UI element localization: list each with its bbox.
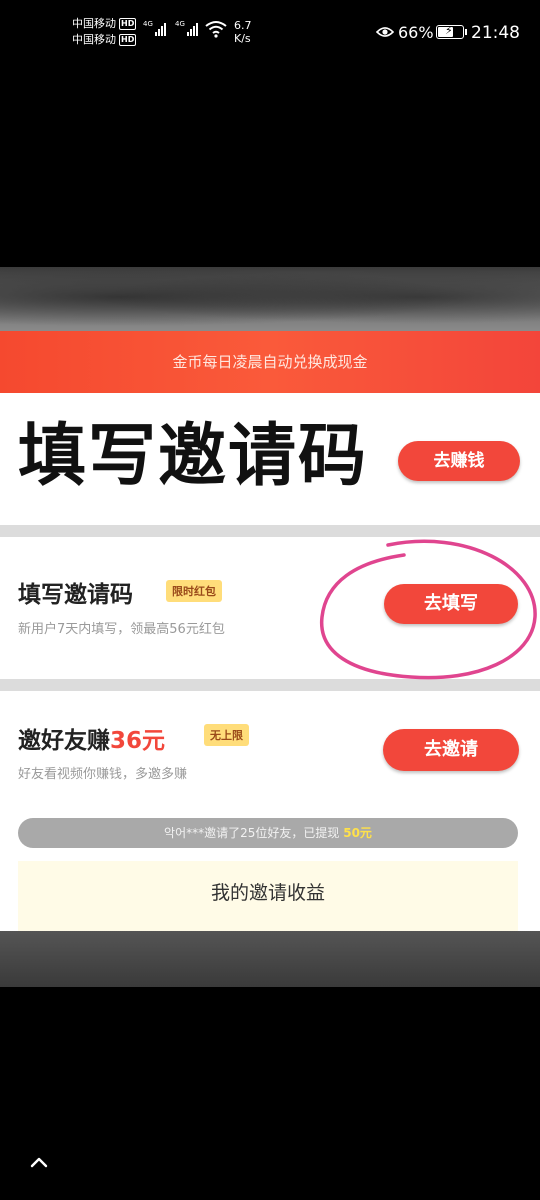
ticker-text: 악어***邀请了25位好友，已提现 — [164, 826, 340, 840]
shared-screenshot: 金币每日凌晨自动兑换成现金 填写邀请码 去赚钱 填写邀请码 限时红包 新用户7天… — [0, 267, 540, 987]
hero-title: 填写邀请码 — [18, 417, 369, 496]
invite-friends-card: 邀好友赚36元 无上限 好友看视频你赚钱，多邀多赚 去邀请 악어***邀请了25… — [0, 691, 540, 931]
ticker-amount: 50元 — [343, 826, 372, 840]
status-bar: 中国移动 HD 中国移动 HD 4G 4G 6.7 K/s 66% ⚡ 21:48 — [0, 0, 540, 62]
hero-card: 填写邀请码 去赚钱 — [0, 393, 540, 525]
reward-amount: 36元 — [110, 728, 166, 754]
invite-friends-title-prefix: 邀好友赚 — [18, 728, 110, 754]
blurred-header — [0, 267, 540, 331]
carrier-info: 中国移动 HD 中国移动 HD — [72, 16, 137, 48]
signal-icon: 4G — [175, 20, 198, 36]
clock: 21:48 — [471, 23, 520, 43]
signal-icon: 4G — [143, 20, 166, 36]
hd-badge-2: HD — [119, 34, 137, 46]
chevron-up-icon[interactable] — [30, 1155, 48, 1169]
invite-code-title: 填写邀请码 — [18, 582, 133, 608]
limited-red-packet-badge: 限时红包 — [166, 580, 222, 602]
invite-friends-title: 邀好友赚36元 — [18, 721, 165, 755]
battery-icon: ⚡ — [436, 24, 467, 39]
battery-percent: 66% — [398, 23, 434, 42]
speed-value: 6.7 — [234, 19, 252, 32]
invite-button[interactable]: 去邀请 — [383, 729, 519, 771]
blurred-footer — [0, 931, 540, 987]
my-earnings-label: 我的邀请收益 — [210, 882, 325, 904]
banner-text: 金币每日凌晨自动兑换成现金 — [172, 353, 368, 371]
coin-exchange-banner: 金币每日凌晨自动兑换成现金 — [0, 331, 540, 393]
network-type-2: 4G — [175, 20, 185, 28]
wifi-icon — [205, 21, 227, 38]
unlimited-badge: 无上限 — [204, 724, 249, 746]
invite-friends-subtitle: 好友看视频你赚钱，多邀多赚 — [18, 767, 188, 782]
earn-money-button[interactable]: 去赚钱 — [398, 441, 520, 481]
carrier-name-2: 中国移动 — [72, 33, 116, 46]
annotation-circle — [320, 539, 537, 680]
network-speed: 6.7 K/s — [234, 19, 252, 45]
eye-comfort-icon — [376, 27, 394, 37]
my-earnings-button[interactable]: 我的邀请收益 — [18, 861, 518, 931]
charging-icon: ⚡ — [445, 24, 453, 37]
network-type-1: 4G — [143, 20, 153, 28]
carrier-name-1: 中国移动 — [72, 17, 116, 30]
invite-code-subtitle: 新用户7天内填写，领最高56元红包 — [18, 622, 225, 637]
withdraw-ticker: 악어***邀请了25位好友，已提现 50元 — [18, 818, 518, 848]
hd-badge-1: HD — [119, 18, 137, 30]
speed-unit: K/s — [234, 32, 251, 45]
